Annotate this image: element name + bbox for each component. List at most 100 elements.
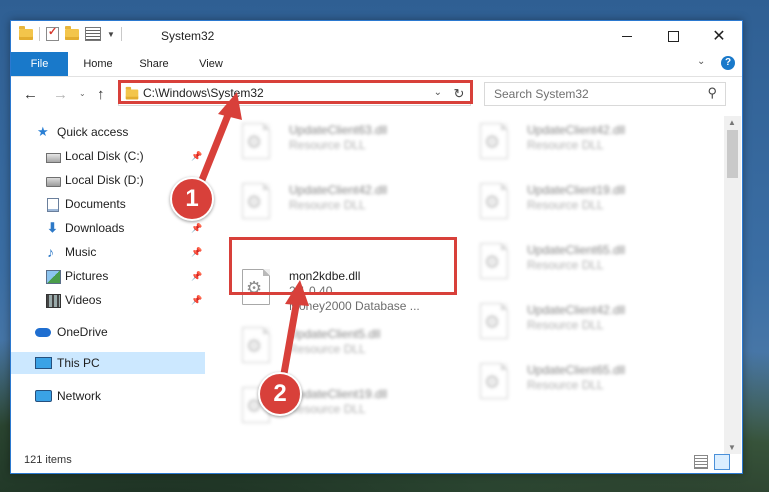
videos-icon: [46, 294, 61, 308]
forward-arrow-icon[interactable]: →: [53, 86, 68, 103]
file-item[interactable]: UpdateClient63.dll Resource DLL: [214, 115, 439, 167]
expand-ribbon-chevron-icon[interactable]: ⌄: [697, 56, 705, 67]
vertical-scrollbar[interactable]: ▲ ▼: [724, 116, 741, 454]
sidebar-item-quick-access[interactable]: ★ Quick access: [11, 121, 205, 143]
sidebar-item-label: Local Disk (D:): [65, 173, 144, 187]
tab-file[interactable]: File: [11, 52, 68, 76]
file-item[interactable]: UpdateClient42.dll Resource DLL: [214, 175, 439, 227]
sidebar-item-onedrive[interactable]: OneDrive: [11, 321, 205, 343]
navigation-bar: ← → ⌄ ↑ C:\Windows\System32 ⌄ ↻ Search S…: [11, 77, 742, 111]
properties-icon[interactable]: [85, 27, 101, 41]
search-input[interactable]: Search System32 ⚲: [484, 82, 726, 106]
folder-icon: [19, 25, 33, 40]
file-description: Resource DLL: [289, 342, 366, 356]
address-bar[interactable]: C:\Windows\System32 ⌄: [118, 82, 450, 106]
tab-home[interactable]: Home: [81, 52, 115, 76]
item-count: 121 items: [24, 454, 72, 466]
sidebar-item-label: Quick access: [57, 125, 129, 139]
dll-file-icon: [242, 327, 270, 363]
window-title: System32: [161, 29, 215, 43]
pictures-icon: [46, 270, 61, 284]
cloud-icon: [35, 328, 51, 337]
file-description: Resource DLL: [527, 258, 604, 272]
file-name: UpdateClient65.dll: [527, 243, 626, 257]
disk-icon: [46, 153, 61, 163]
dll-file-icon: [480, 183, 508, 219]
address-dropdown-icon[interactable]: ⌄: [434, 87, 442, 98]
sidebar-item-label: Documents: [65, 197, 126, 211]
file-name: UpdateClient65.dll: [527, 363, 626, 377]
file-name: UpdateClient19.dll: [527, 183, 626, 197]
pin-icon[interactable]: 📌: [191, 145, 202, 167]
up-arrow-icon[interactable]: ↑: [97, 86, 105, 103]
sidebar-item-pictures[interactable]: Pictures 📌: [11, 265, 205, 287]
file-highlight-box: [229, 237, 457, 295]
folder-icon: [125, 86, 139, 100]
sidebar-item-label: Pictures: [65, 269, 109, 283]
status-bar: 121 items: [11, 451, 742, 473]
file-name: UpdateClient19.dll: [289, 387, 388, 401]
close-icon: ✕: [712, 27, 726, 45]
dll-file-icon: [480, 243, 508, 279]
tab-view[interactable]: View: [196, 52, 226, 76]
file-description: Resource DLL: [527, 378, 604, 392]
pin-icon[interactable]: 📌: [191, 289, 202, 311]
file-item[interactable]: UpdateClient19.dll Resource DLL: [452, 175, 677, 227]
minimize-icon: [622, 36, 632, 37]
search-placeholder: Search System32: [494, 87, 589, 101]
file-item[interactable]: UpdateClient65.dll Resource DLL: [452, 355, 677, 407]
title-bar: ▼ System32 ✕: [11, 21, 742, 52]
search-icon: ⚲: [707, 85, 717, 100]
help-icon[interactable]: ?: [721, 56, 735, 70]
download-icon: ⬇: [47, 220, 58, 235]
computer-icon: [35, 357, 52, 369]
sidebar-item-label: Downloads: [65, 221, 125, 235]
file-item[interactable]: UpdateClient42.dll Resource DLL: [452, 295, 677, 347]
file-item[interactable]: UpdateClient42.dll Resource DLL: [452, 115, 677, 167]
pin-icon[interactable]: 📌: [191, 265, 202, 287]
file-name: UpdateClient63.dll: [289, 123, 388, 137]
properties-check-icon[interactable]: [46, 25, 59, 41]
maximize-button[interactable]: [650, 21, 696, 52]
file-item[interactable]: UpdateClient65.dll Resource DLL: [452, 235, 677, 287]
new-folder-icon[interactable]: [65, 25, 79, 40]
sidebar-item-music[interactable]: ♪ Music 📌: [11, 241, 205, 263]
large-icons-view-icon[interactable]: [714, 454, 730, 470]
file-description: Resource DLL: [289, 198, 366, 212]
toolbar-separator: [39, 27, 40, 41]
file-description: Resource DLL: [289, 402, 366, 416]
scrollbar-thumb[interactable]: [727, 130, 738, 178]
tab-share[interactable]: Share: [137, 52, 171, 76]
file-name: UpdateClient42.dll: [289, 183, 388, 197]
sidebar-item-network[interactable]: Network: [11, 385, 205, 407]
sidebar-item-downloads[interactable]: ⬇ Downloads 📌: [11, 217, 205, 239]
sidebar-item-label: Videos: [65, 293, 102, 307]
refresh-icon[interactable]: ↻: [448, 82, 471, 106]
address-path[interactable]: C:\Windows\System32: [143, 86, 264, 100]
details-view-icon[interactable]: [694, 455, 708, 469]
callout-badge-2: 2: [258, 372, 302, 416]
file-description: Money2000 Database ...: [289, 299, 420, 313]
scroll-up-icon[interactable]: ▲: [728, 118, 736, 127]
file-explorer-window: ▼ System32 ✕ File Home Share View ⌄ ? ← …: [10, 20, 743, 474]
file-name: UpdateClient42.dll: [527, 303, 626, 317]
close-button[interactable]: ✕: [696, 21, 742, 52]
sidebar-item-label: This PC: [57, 356, 100, 370]
back-arrow-icon[interactable]: ←: [23, 86, 38, 103]
music-icon: ♪: [47, 244, 54, 260]
disk-icon: [46, 177, 61, 187]
documents-icon: [47, 198, 59, 212]
sidebar-item-local-disk-c[interactable]: Local Disk (C:) 📌: [11, 145, 205, 167]
toolbar-separator: [120, 27, 122, 41]
sidebar-item-label: Local Disk (C:): [65, 149, 144, 163]
recent-locations-dropdown-icon[interactable]: ⌄: [79, 89, 86, 98]
dll-file-icon: [242, 183, 270, 219]
file-item[interactable]: UpdateClient5.dll Resource DLL: [214, 319, 439, 371]
minimize-button[interactable]: [604, 21, 650, 52]
file-description: Resource DLL: [289, 138, 366, 152]
customize-toolbar-dropdown-icon[interactable]: ▼: [107, 30, 115, 39]
sidebar-item-videos[interactable]: Videos 📌: [11, 289, 205, 311]
sidebar-item-this-pc[interactable]: This PC: [11, 352, 205, 374]
pin-icon[interactable]: 📌: [191, 241, 202, 263]
file-item[interactable]: UpdateClient19.dll Resource DLL: [214, 379, 439, 431]
